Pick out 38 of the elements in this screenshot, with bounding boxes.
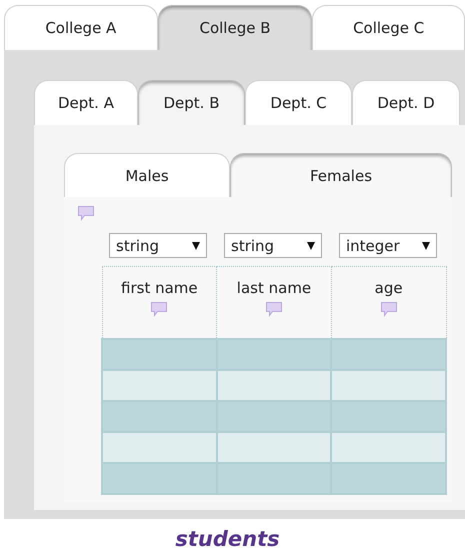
comment-icon[interactable] — [264, 301, 283, 317]
tab[interactable]: College C — [312, 5, 465, 50]
table-cell[interactable] — [102, 401, 217, 432]
tab[interactable]: Dept. A — [34, 80, 138, 125]
dropdown-arrow-icon — [422, 242, 430, 250]
table-caption: students — [175, 527, 280, 551]
table-cell[interactable] — [102, 432, 217, 463]
table-cell[interactable] — [102, 339, 217, 370]
column-header: first name — [121, 279, 198, 297]
table-cell[interactable] — [331, 401, 446, 432]
comment-icon[interactable] — [150, 301, 168, 317]
tab[interactable]: Dept. B — [138, 80, 245, 125]
table-cell[interactable] — [216, 432, 332, 463]
type-dropdown[interactable]: string — [109, 233, 207, 258]
type-dropdown[interactable]: string — [224, 233, 322, 258]
comment-icon[interactable] — [77, 205, 95, 221]
table-cell[interactable] — [216, 339, 332, 370]
tab[interactable]: Dept. D — [352, 80, 460, 125]
dropdown-arrow-icon — [307, 242, 315, 250]
table-cell[interactable] — [216, 463, 332, 494]
table-cell[interactable] — [216, 401, 332, 432]
dropdown-arrow-icon — [192, 242, 200, 250]
table-cell[interactable] — [102, 370, 217, 401]
column-header: age — [374, 279, 403, 297]
tab[interactable]: College B — [158, 5, 312, 50]
tab[interactable]: Females — [230, 153, 452, 197]
table-cell[interactable] — [331, 370, 446, 401]
tab[interactable]: Dept. C — [245, 80, 352, 125]
table-cell[interactable] — [216, 370, 332, 401]
comment-icon[interactable] — [380, 301, 398, 317]
column-header: last name — [236, 279, 312, 297]
table-cell[interactable] — [102, 463, 217, 494]
type-dropdown[interactable]: integer — [339, 233, 437, 258]
table-cell[interactable] — [331, 339, 446, 370]
tab[interactable]: College A — [4, 5, 158, 50]
tab[interactable]: Males — [64, 153, 230, 197]
table-cell[interactable] — [331, 463, 446, 494]
table-cell[interactable] — [331, 432, 446, 463]
